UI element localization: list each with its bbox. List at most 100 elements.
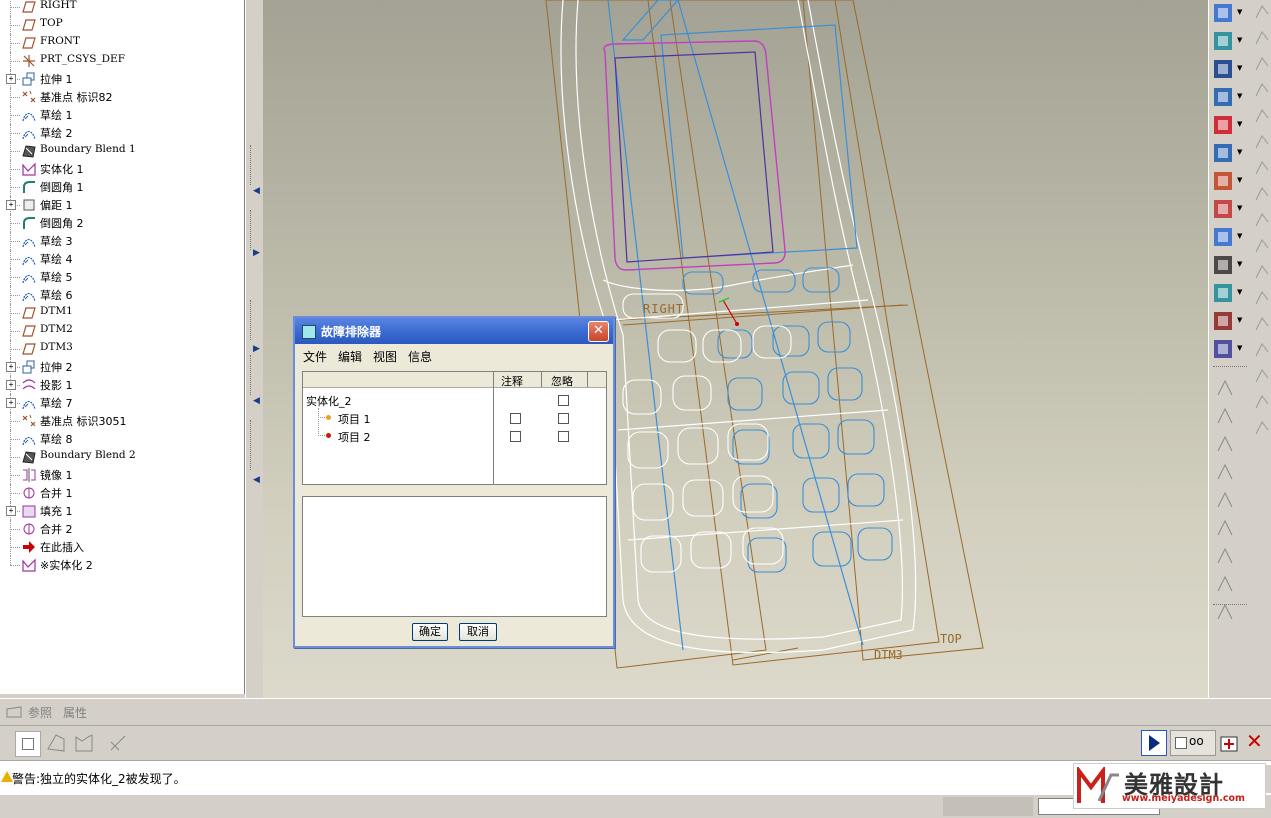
flip-direction-icon[interactable]	[108, 733, 128, 753]
tree-item[interactable]: 合并 2	[0, 520, 244, 538]
tree-item[interactable]: 草绘 4	[0, 250, 244, 268]
dropdown-arrow-icon[interactable]: ▼	[1237, 288, 1242, 296]
layer-tool-button[interactable]	[1212, 254, 1234, 276]
preview-checkbox[interactable]	[1175, 737, 1187, 749]
dialog-menu-item[interactable]: 文件	[303, 350, 327, 364]
tree-item[interactable]: 倒圆角 2	[0, 214, 244, 232]
style-tool-button[interactable]	[1212, 338, 1234, 360]
dropdown-arrow-icon[interactable]: ▼	[1237, 36, 1242, 44]
tree-item[interactable]: + 偏距 1	[0, 196, 244, 214]
dropdown-arrow-icon[interactable]: ▼	[1237, 260, 1242, 268]
tree-item[interactable]: 草绘 6	[0, 286, 244, 304]
dropdown-arrow-icon[interactable]: ▼	[1237, 8, 1242, 16]
tree-item[interactable]: 基准点 标识3051	[0, 412, 244, 430]
ignore-checkbox-root[interactable]	[558, 395, 569, 406]
dropdown-arrow-icon[interactable]: ▼	[1237, 316, 1242, 324]
spline-tool-icon[interactable]	[1215, 490, 1235, 510]
disabled-tool-icon[interactable]	[1254, 394, 1270, 410]
expand-toggle-icon[interactable]: +	[6, 200, 16, 210]
tree-item[interactable]: 基准点 标识82	[0, 88, 244, 106]
dialog-menu-item[interactable]: 信息	[408, 350, 432, 364]
tree-item[interactable]: 草绘 2	[0, 124, 244, 142]
splitter-grip[interactable]	[250, 300, 255, 340]
disabled-tool-icon[interactable]	[1254, 82, 1270, 98]
issue-detail-panel[interactable]	[302, 496, 607, 617]
annotation-tool-button[interactable]	[1212, 198, 1234, 220]
view-tool-button[interactable]	[1212, 282, 1234, 304]
dimension-tool-button[interactable]	[1212, 114, 1234, 136]
expand-toggle-icon[interactable]: +	[6, 380, 16, 390]
disabled-tool-icon[interactable]	[1254, 56, 1270, 72]
tree-item[interactable]: 在此插入	[0, 538, 244, 556]
note-checkbox-item-2[interactable]	[510, 431, 521, 442]
ignore-checkbox-item-1[interactable]	[558, 413, 569, 424]
datum-axis-line-tool-icon[interactable]	[1215, 406, 1235, 426]
close-icon[interactable]: ✕	[588, 321, 609, 342]
dropdown-arrow-icon[interactable]: ▼	[1237, 344, 1242, 352]
tree-item[interactable]: RIGHT	[0, 0, 244, 16]
datum-axis-tool-button[interactable]	[1212, 30, 1234, 52]
issue-tree-item[interactable]: 项目 1	[338, 411, 371, 427]
disabled-tool-icon[interactable]	[1254, 186, 1270, 202]
datum-plane-small-tool-icon[interactable]	[1215, 434, 1235, 454]
assembly-tool-button[interactable]	[1212, 86, 1234, 108]
tab-references[interactable]: 参照	[28, 704, 52, 721]
dropdown-arrow-icon[interactable]: ▼	[1237, 176, 1242, 184]
dropdown-arrow-icon[interactable]: ▼	[1237, 64, 1242, 72]
dialog-menu-item[interactable]: 视图	[373, 350, 397, 364]
wavy-curve-tool-icon[interactable]	[1215, 518, 1235, 538]
column-divider[interactable]	[541, 372, 542, 387]
disabled-tool-icon[interactable]	[1254, 160, 1270, 176]
dropdown-arrow-icon[interactable]: ▼	[1237, 148, 1242, 156]
expand-right-icon[interactable]: ▶	[253, 344, 260, 354]
tree-item[interactable]: 镜像 1	[0, 466, 244, 484]
model-tree[interactable]: RIGHT TOP FRONT PRT_CSYS_DEF + 拉伸 1 基准点 标识82 草绘…	[0, 0, 245, 694]
issue-tree-root[interactable]: 实体化_2	[306, 393, 352, 409]
tree-item[interactable]: DTM1	[0, 304, 244, 322]
tree-item[interactable]: 草绘 3	[0, 232, 244, 250]
splitter-grip[interactable]	[250, 145, 255, 185]
ignore-checkbox-item-2[interactable]	[558, 431, 569, 442]
tree-item[interactable]: ※实体化 2	[0, 556, 244, 574]
preview-toggle[interactable]: oo	[1170, 730, 1216, 756]
tree-item[interactable]: 草绘 5	[0, 268, 244, 286]
tree-item[interactable]: + 填充 1	[0, 502, 244, 520]
tree-item[interactable]: 合并 1	[0, 484, 244, 502]
expand-right-icon[interactable]: ▶	[253, 248, 260, 258]
analysis-tool-icon[interactable]	[1215, 574, 1235, 594]
tree-item[interactable]: DTM3	[0, 340, 244, 358]
dialog-menu-item[interactable]: 编辑	[338, 350, 362, 364]
note-checkbox-item-1[interactable]	[510, 413, 521, 424]
disabled-tool-icon[interactable]	[1254, 212, 1270, 228]
remove-material-icon[interactable]	[74, 733, 94, 753]
dialog-titlebar[interactable]: 故障排除器 ✕	[295, 318, 613, 344]
apply-changes-icon[interactable]	[1219, 733, 1239, 753]
expand-toggle-icon[interactable]: +	[6, 74, 16, 84]
tree-item[interactable]: 倒圆角 1	[0, 178, 244, 196]
cross-section-tool-button[interactable]	[1212, 310, 1234, 332]
datum-point-tool-icon[interactable]	[1215, 378, 1235, 398]
disabled-tool-icon[interactable]	[1254, 134, 1270, 150]
expand-toggle-icon[interactable]: +	[6, 398, 16, 408]
datum-curve-tool-icon[interactable]	[1215, 462, 1235, 482]
pause-resume-button[interactable]	[1141, 730, 1167, 756]
column-header-ignore[interactable]: 忽略	[551, 373, 573, 389]
disabled-tool-icon[interactable]	[1254, 420, 1270, 436]
tree-item[interactable]: + 拉伸 2	[0, 358, 244, 376]
disabled-tool-icon[interactable]	[1254, 342, 1270, 358]
splitter-grip[interactable]	[250, 210, 255, 250]
cancel-button[interactable]: 取消	[459, 623, 497, 641]
disabled-tool-icon[interactable]	[1254, 290, 1270, 306]
disabled-tool-icon[interactable]	[1254, 30, 1270, 46]
tree-item[interactable]: + 投影 1	[0, 376, 244, 394]
collapse-left-icon[interactable]: ◀	[253, 186, 260, 196]
tree-item[interactable]: Boundary Blend 2	[0, 448, 244, 466]
disabled-tool-icon[interactable]	[1254, 108, 1270, 124]
tree-item[interactable]: 实体化 1	[0, 160, 244, 178]
disabled-tool-icon[interactable]	[1254, 316, 1270, 332]
solid-type-button[interactable]	[15, 731, 41, 757]
expand-toggle-icon[interactable]: +	[6, 506, 16, 516]
dropdown-arrow-icon[interactable]: ▼	[1237, 204, 1242, 212]
column-header-note[interactable]: 注释	[501, 373, 523, 389]
expand-toggle-icon[interactable]: +	[6, 362, 16, 372]
